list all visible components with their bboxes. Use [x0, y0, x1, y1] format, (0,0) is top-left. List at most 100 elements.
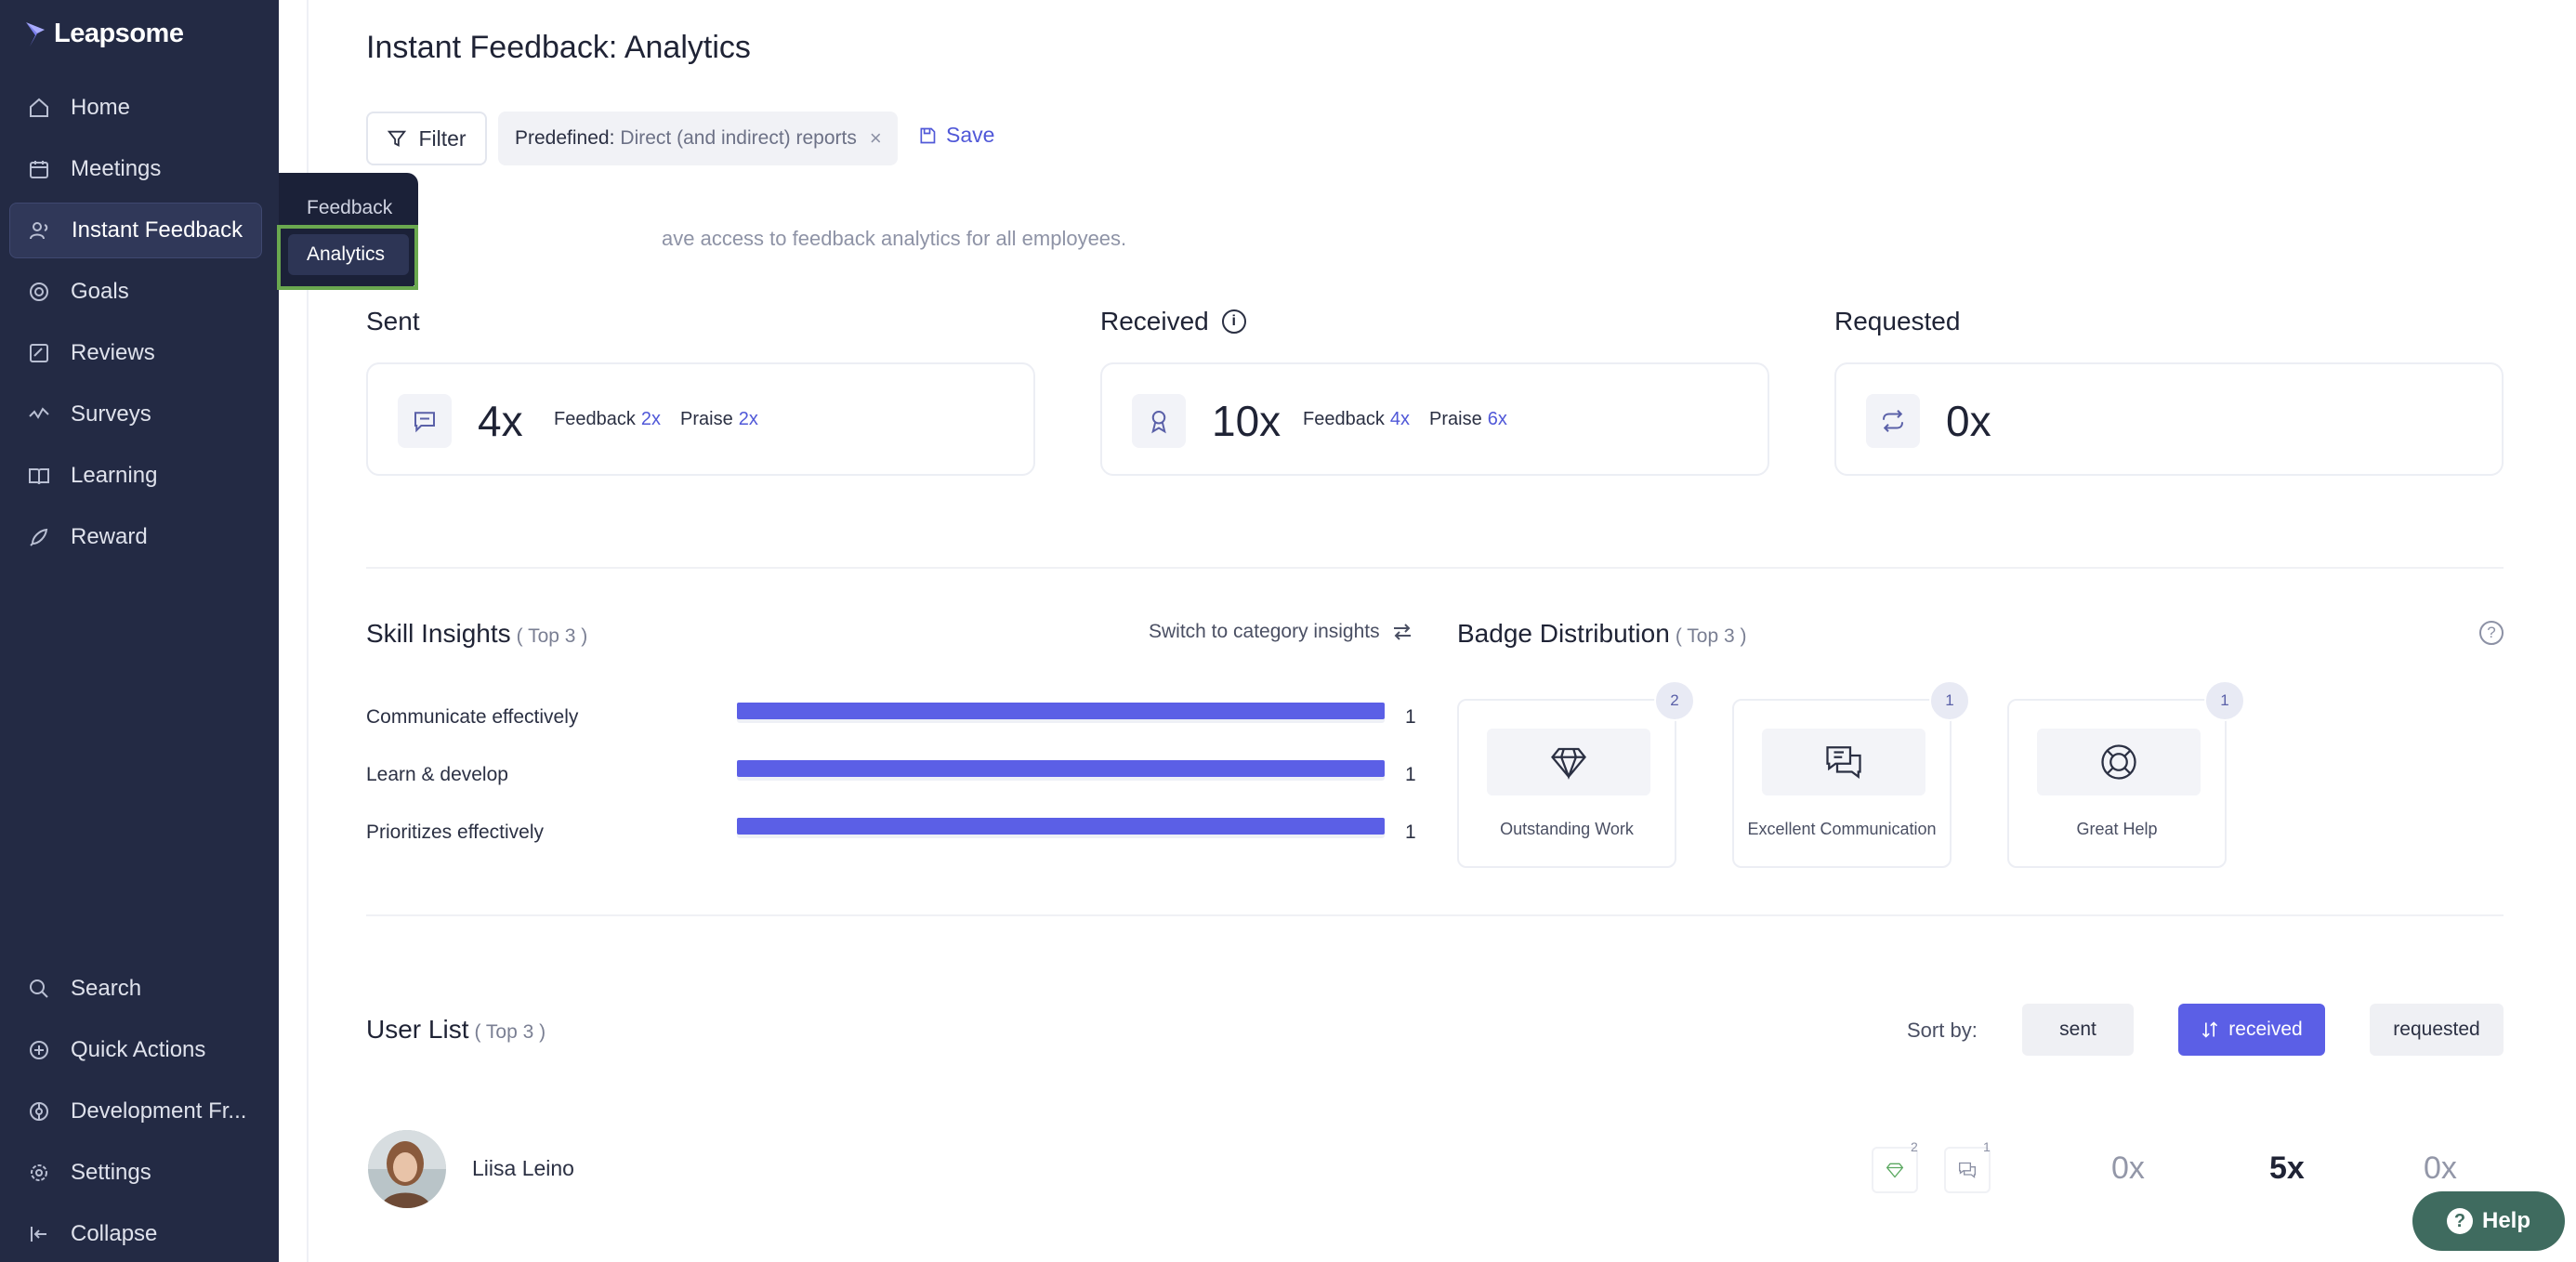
sort-by-label: Sort by: [1907, 1019, 1978, 1042]
skill-bar [737, 818, 1385, 835]
chip-value: Direct (and indirect) reports [620, 127, 857, 149]
badge-distribution-top: ( Top 3 ) [1675, 625, 1747, 647]
sidebar-item-label: Home [71, 95, 131, 120]
praise-label: Praise [680, 409, 733, 429]
received-total: 10x [1212, 397, 1281, 445]
sidebar-item-quick-actions[interactable]: Quick Actions [9, 1022, 262, 1078]
feedback-label: Feedback [554, 409, 636, 429]
sidebar-item-home[interactable]: Home [9, 80, 262, 136]
sort-sent-button[interactable]: sent [2022, 1004, 2134, 1056]
search-icon [26, 976, 52, 1002]
save-label: Save [946, 123, 995, 147]
user-sent-count: 0x [2111, 1150, 2145, 1186]
info-icon[interactable]: i [1221, 309, 1246, 334]
sidebar-item-label: Settings [71, 1160, 151, 1185]
badge-card-outstanding-work[interactable]: Outstanding Work 2 [1457, 680, 1695, 868]
chip-key: Predefined: [515, 127, 615, 149]
feedback-icon [27, 217, 53, 243]
predefined-filter-chip[interactable]: Predefined: Direct (and indirect) report… [498, 112, 898, 165]
skill-insights-title: Skill Insights [366, 619, 511, 648]
filter-button[interactable]: Filter [366, 112, 487, 165]
sort-requested-button[interactable]: requested [2370, 1004, 2504, 1056]
avatar[interactable] [368, 1130, 446, 1208]
filter-label: Filter [418, 125, 467, 151]
received-title: Received [1100, 307, 1209, 335]
quick-actions-icon [26, 1037, 52, 1063]
skill-label: Prioritizes effectively [366, 822, 545, 843]
sidebar-item-meetings[interactable]: Meetings [9, 141, 262, 197]
sent-feedback: Feedback 2x [554, 409, 661, 430]
surveys-icon [26, 401, 52, 427]
sent-feedback-count: 2x [640, 409, 661, 429]
sidebar-item-search[interactable]: Search [9, 961, 262, 1017]
badge-count: 1 [2204, 680, 2245, 721]
received-card: 10x Feedback 4x Praise 6x [1100, 362, 1769, 476]
skill-insights-heading: Skill Insights( Top 3 ) [366, 619, 587, 649]
skill-label: Communicate effectively [366, 706, 579, 728]
sort-received-button[interactable]: received [2178, 1004, 2325, 1056]
skill-label: Learn & develop [366, 764, 508, 785]
help-button[interactable]: ? Help [2412, 1191, 2565, 1251]
sidebar-item-label: Reviews [71, 340, 155, 365]
repeat-icon [1866, 394, 1920, 448]
sort-icon [2202, 1021, 2218, 1038]
badge-card-excellent-communication[interactable]: Excellent Communication 1 [1732, 680, 1970, 868]
user-list-title: User List [366, 1015, 469, 1044]
sidebar-item-development[interactable]: Development Fr... [9, 1084, 262, 1139]
sidebar-item-label: Goals [71, 279, 129, 304]
skill-bar [737, 703, 1385, 719]
badge-card-great-help[interactable]: Great Help 1 [2007, 680, 2245, 868]
skill-count: 1 [1405, 822, 1416, 843]
leapsome-logo[interactable]: Leapsome [24, 19, 184, 49]
requested-card: 0x [1834, 362, 2504, 476]
sidebar-item-label: Quick Actions [71, 1037, 206, 1062]
sidebar-item-surveys[interactable]: Surveys [9, 387, 262, 442]
sidebar-item-label: Collapse [71, 1221, 158, 1246]
badge-count: 2 [1911, 1139, 1918, 1154]
highlight-box [277, 225, 418, 290]
collapse-icon [26, 1221, 52, 1247]
badge-count: 2 [1654, 680, 1695, 721]
user-requested-count: 0x [2424, 1150, 2457, 1186]
skill-count: 1 [1405, 706, 1416, 728]
sidebar-item-label: Surveys [71, 401, 151, 427]
leapsome-logo-icon [26, 21, 45, 46]
help-label: Help [2481, 1208, 2530, 1233]
sidebar-item-label: Meetings [71, 156, 162, 181]
save-icon [920, 127, 936, 143]
sidebar-item-goals[interactable]: Goals [9, 264, 262, 320]
user-received-count: 5x [2269, 1150, 2305, 1186]
swap-icon [1393, 624, 1411, 640]
requested-heading: Requested [1834, 307, 1961, 335]
access-note: ave access to feedback analytics for all… [662, 227, 1127, 250]
speech-bubble-icon [398, 394, 452, 448]
sidebar-item-settings[interactable]: Settings [9, 1145, 262, 1201]
sidebar-item-reviews[interactable]: Reviews [9, 325, 262, 381]
sidebar-item-label: Development Fr... [71, 1098, 247, 1124]
help-icon: ? [2446, 1208, 2473, 1234]
sidebar-item-reward[interactable]: Reward [9, 509, 262, 565]
submenu-item-feedback[interactable]: Feedback [288, 188, 409, 229]
close-icon[interactable]: × [870, 126, 882, 151]
sidebar-item-collapse[interactable]: Collapse [9, 1206, 262, 1262]
save-button[interactable]: Save [918, 123, 994, 148]
badge-count: 1 [1983, 1139, 1991, 1154]
question-icon[interactable]: ? [2479, 621, 2504, 645]
received-heading: Received i [1100, 307, 1246, 336]
sidebar-item-learning[interactable]: Learning [9, 448, 262, 504]
learning-icon [26, 463, 52, 489]
section-divider [366, 567, 2504, 569]
badge-count: 1 [1929, 680, 1970, 721]
sidebar-item-label: Reward [71, 524, 148, 549]
sidebar-item-instant-feedback[interactable]: Instant Feedback [9, 203, 262, 258]
received-feedback-count: 4x [1389, 409, 1410, 429]
switch-to-category-insights-button[interactable]: Switch to category insights [1149, 621, 1413, 643]
badge-distribution-heading: Badge Distribution( Top 3 ) [1457, 619, 1746, 649]
filter-icon [388, 130, 407, 147]
sidebar-item-label: Search [71, 976, 142, 1001]
sent-heading: Sent [366, 307, 420, 335]
switch-label: Switch to category insights [1149, 621, 1380, 642]
user-name[interactable]: Liisa Leino [472, 1156, 574, 1181]
sort-received-label: received [2228, 1019, 2303, 1040]
badge-name: Great Help [2076, 820, 2158, 838]
